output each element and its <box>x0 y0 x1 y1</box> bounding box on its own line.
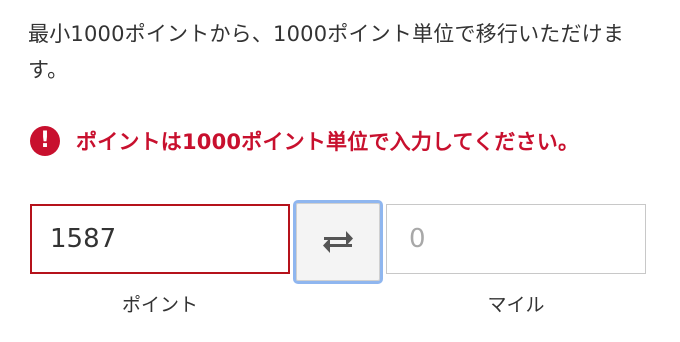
description-text: 最小1000ポイントから、1000ポイント単位で移行いただけます。 <box>28 22 625 82</box>
miles-input[interactable] <box>386 204 646 274</box>
points-input[interactable] <box>30 204 290 274</box>
swap-button[interactable] <box>293 200 383 284</box>
points-label: ポイント <box>121 294 198 316</box>
swap-arrows-icon <box>323 231 353 253</box>
error-text: ポイントは1000ポイント単位で入力してください。 <box>76 130 580 154</box>
miles-label: マイル <box>487 294 545 316</box>
exclamation-circle-icon: ! <box>30 126 60 156</box>
error-message: ! ポイントは1000ポイント単位で入力してください。 <box>30 126 579 156</box>
